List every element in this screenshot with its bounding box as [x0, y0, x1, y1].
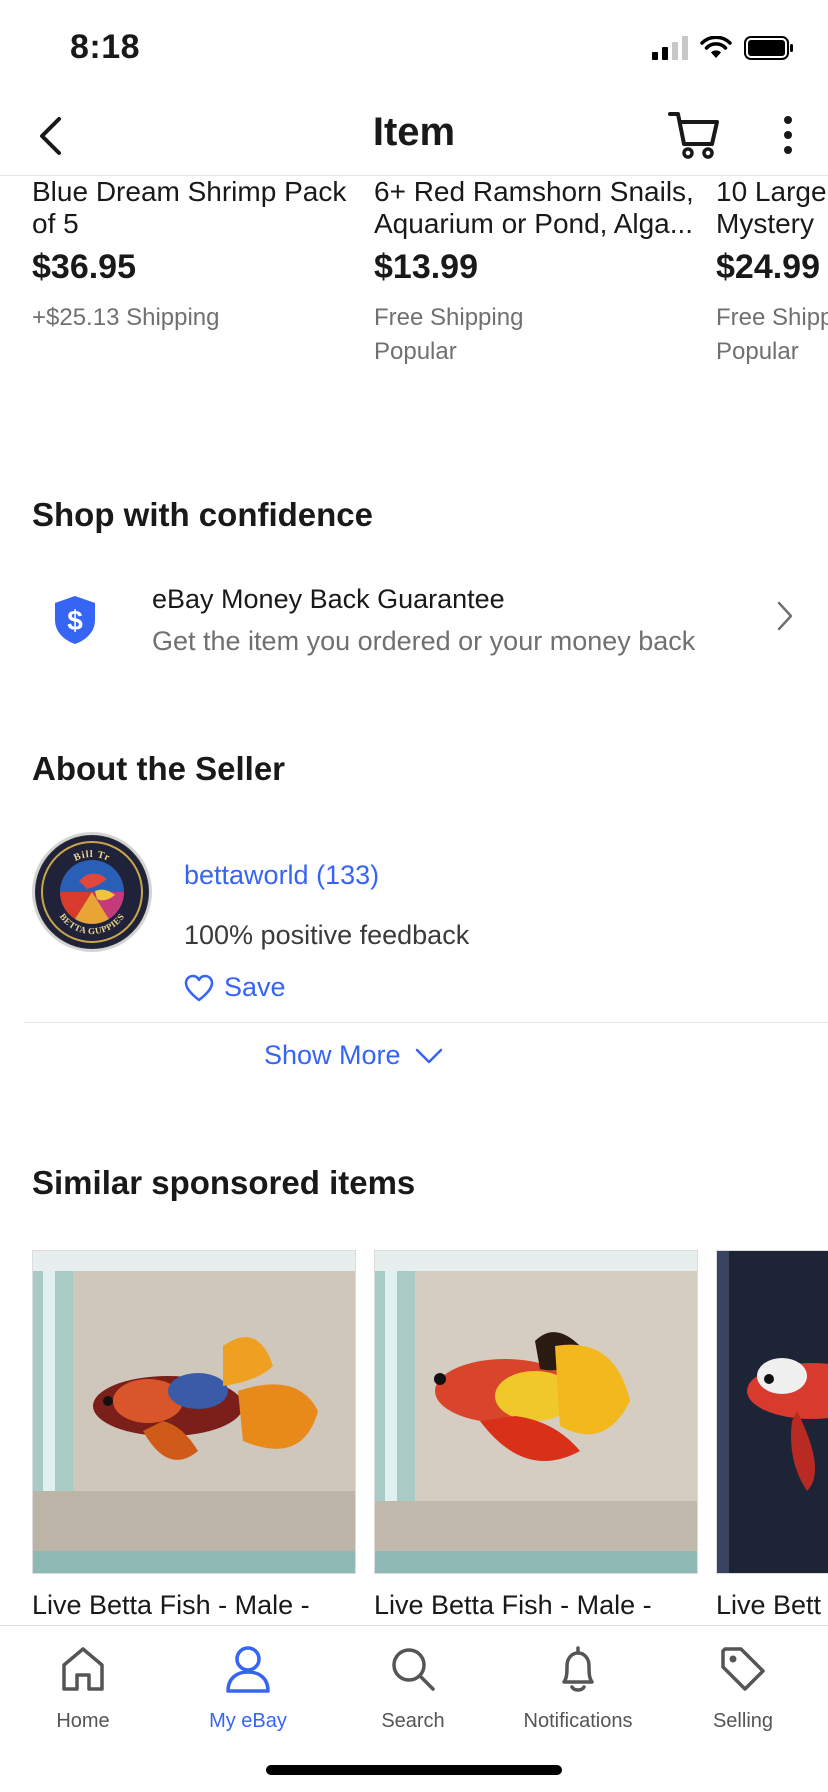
item-price: $13.99: [374, 248, 478, 286]
navigation-bar: Item: [0, 100, 828, 176]
item-title-line1: 6+ Red Ramshorn Snails,: [374, 176, 694, 207]
tag-icon: [721, 1647, 765, 1691]
tab-label: Selling: [712, 1710, 774, 1732]
sponsored-items-carousel[interactable]: Live Betta Fish - Male - Live Betta Fish…: [0, 1250, 828, 1625]
tab-selling[interactable]: Selling: [668, 1640, 818, 1733]
tab-label: Search: [381, 1710, 445, 1732]
guarantee-subtitle: Get the item you ordered or your money b…: [152, 626, 696, 656]
item-title: Live Betta Fish - Male -: [374, 1590, 652, 1620]
sponsored-item-card[interactable]: Live Betta Fish - Male -: [32, 1250, 356, 1621]
chevron-down-icon: [415, 1048, 442, 1063]
tab-home[interactable]: Home: [8, 1640, 158, 1733]
status-time: 8:18: [70, 28, 141, 66]
confidence-heading: Shop with confidence: [32, 496, 374, 533]
cart-button[interactable]: [666, 106, 722, 162]
seller-name-link[interactable]: bettaworld (133): [184, 860, 379, 891]
item-title: Live Betta Fish - Male -: [32, 1590, 310, 1620]
seller-heading: About the Seller: [32, 750, 286, 787]
status-bar: 8:18: [0, 0, 828, 100]
item-image: [374, 1250, 698, 1574]
related-item-card[interactable]: 10 Large Mystery $24.99 Free Shipp Popul…: [716, 176, 828, 369]
more-dot-icon: [784, 116, 792, 124]
item-shipping: +$25.13 Shipping: [32, 304, 220, 331]
more-dot-icon: [784, 131, 792, 139]
seller-logo: Bill Tr BETTA GUPPIES: [36, 836, 148, 948]
home-indicator: [266, 1765, 562, 1775]
item-price: $24.99: [716, 248, 820, 286]
more-dot-icon: [784, 146, 792, 154]
item-image: [32, 1250, 356, 1574]
cart-icon: [668, 112, 719, 159]
item-price: $36.95: [32, 248, 136, 286]
item-title-line2: Mystery: [716, 208, 814, 239]
tab-label: My eBay: [209, 1710, 287, 1732]
tab-my-ebay[interactable]: My eBay: [173, 1640, 323, 1733]
item-title-line1: Blue Dream Shrimp Pack: [32, 176, 347, 207]
item-image: [716, 1250, 828, 1574]
save-label: Save: [224, 972, 286, 1002]
tab-label: Home: [56, 1710, 110, 1732]
heart-icon: [184, 974, 214, 1001]
seller-avatar[interactable]: Bill Tr BETTA GUPPIES: [32, 832, 152, 952]
item-title-line1: 10 Large: [716, 176, 827, 207]
item-badge: Popular: [374, 338, 457, 365]
sponsored-item-card[interactable]: Live Bett: [716, 1250, 828, 1621]
home-icon: [62, 1647, 104, 1691]
item-shipping: Free Shipping: [374, 304, 524, 331]
show-more-label: Show More: [264, 1040, 401, 1070]
related-item-card[interactable]: Blue Dream Shrimp Pack of 5 $36.95 +$25.…: [32, 176, 352, 335]
item-title: Live Bett: [716, 1590, 822, 1620]
person-icon: [226, 1646, 270, 1693]
cellular-signal-icon: [652, 36, 688, 60]
wifi-icon: [700, 36, 732, 58]
tab-label: Notifications: [523, 1710, 633, 1732]
tab-notifications[interactable]: Notifications: [503, 1640, 653, 1733]
money-back-guarantee-row[interactable]: $ eBay Money Back Guarantee Get the item…: [0, 570, 828, 670]
item-badge: Popular: [716, 338, 799, 365]
bell-icon: [562, 1646, 594, 1692]
item-title-line2: Aquarium or Pond, Alga...: [374, 208, 694, 239]
tab-search[interactable]: Search: [338, 1640, 488, 1733]
seller-feedback: 100% positive feedback: [184, 920, 470, 950]
sponsored-heading: Similar sponsored items: [32, 1164, 416, 1201]
guarantee-title: eBay Money Back Guarantee: [152, 584, 505, 614]
status-icons: [652, 36, 794, 60]
sponsored-item-card[interactable]: Live Betta Fish - Male -: [374, 1250, 698, 1621]
battery-icon: [744, 36, 793, 60]
search-icon: [392, 1648, 435, 1691]
chevron-right-icon: [777, 601, 793, 631]
related-items-carousel[interactable]: Blue Dream Shrimp Pack of 5 $36.95 +$25.…: [0, 176, 828, 376]
item-shipping: Free Shipp: [716, 304, 828, 331]
related-item-card[interactable]: 6+ Red Ramshorn Snails, Aquarium or Pond…: [374, 176, 694, 369]
more-options-button[interactable]: [770, 110, 806, 160]
svg-text:$: $: [67, 605, 83, 636]
save-seller-button[interactable]: Save: [184, 972, 286, 1003]
item-title-line2: of 5: [32, 208, 79, 239]
shield-dollar-icon: $: [55, 596, 95, 644]
divider: [24, 1022, 828, 1023]
show-more-button[interactable]: Show More: [264, 1040, 443, 1071]
